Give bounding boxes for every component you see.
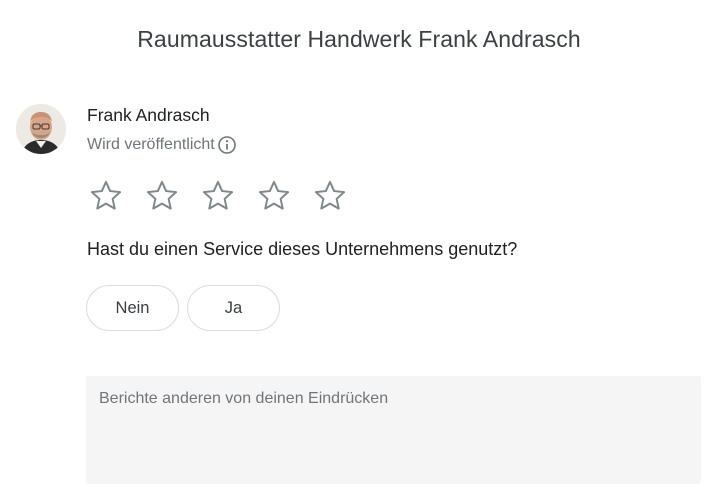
avatar-photo — [16, 104, 66, 154]
visibility-notice: Wird veröffentlicht — [87, 135, 237, 155]
dialog-title: Raumausstatter Handwerk Frank Andrasch — [137, 26, 581, 52]
no-button[interactable]: Nein — [86, 285, 179, 331]
star-rating — [88, 178, 348, 214]
review-textarea[interactable] — [86, 376, 701, 484]
star-2-icon[interactable] — [144, 178, 180, 214]
visibility-text: Wird veröffentlicht — [87, 136, 215, 153]
star-1-icon[interactable] — [88, 178, 124, 214]
star-5-icon[interactable] — [312, 178, 348, 214]
avatar — [16, 104, 66, 154]
star-4-icon[interactable] — [256, 178, 292, 214]
user-name: Frank Andrasch — [87, 105, 210, 125]
service-question: Hast du einen Service dieses Unternehmen… — [87, 239, 518, 259]
star-3-icon[interactable] — [200, 178, 236, 214]
yes-button[interactable]: Ja — [187, 285, 280, 331]
service-choices: Nein Ja — [86, 285, 280, 331]
info-icon[interactable] — [217, 135, 237, 155]
review-dialog: Raumausstatter Handwerk Frank Andrasch F… — [0, 0, 718, 484]
